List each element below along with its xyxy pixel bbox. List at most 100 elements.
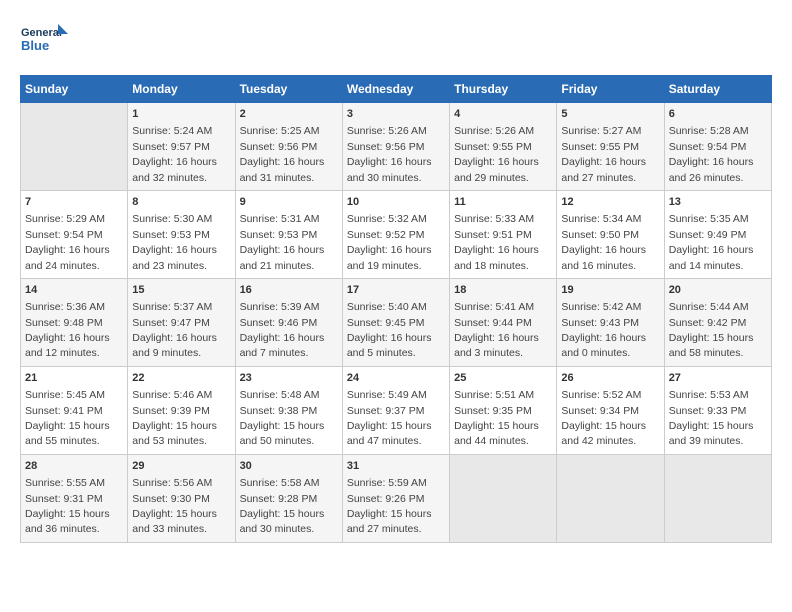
- day-number: 12: [561, 195, 659, 210]
- calendar-cell: 15 Sunrise: 5:37 AM Sunset: 9:47 PM Dayli…: [128, 278, 235, 366]
- day-info: Sunrise: 5:32 AM Sunset: 9:52 PM Dayligh…: [347, 213, 432, 271]
- calendar-cell: 20Sunrise: 5:44 AM Sunset: 9:42 PM Dayli…: [664, 278, 771, 366]
- day-number: 25: [454, 371, 552, 386]
- day-number: 3: [347, 107, 445, 122]
- calendar-cell: 21 Sunrise: 5:45 AM Sunset: 9:41 PM Dayli…: [21, 366, 128, 454]
- calendar-cell: 11 Sunrise: 5:33 AM Sunset: 9:51 PM Dayli…: [450, 190, 557, 278]
- day-info: Sunrise: 5:49 AM Sunset: 9:37 PM Dayligh…: [347, 389, 432, 447]
- calendar-cell: 24 Sunrise: 5:49 AM Sunset: 9:37 PM Dayli…: [342, 366, 449, 454]
- calendar-week-4: 21 Sunrise: 5:45 AM Sunset: 9:41 PM Dayli…: [21, 366, 772, 454]
- day-number: 2: [240, 107, 338, 122]
- calendar-cell: 19Sunrise: 5:42 AM Sunset: 9:43 PM Dayli…: [557, 278, 664, 366]
- calendar-cell: [21, 103, 128, 191]
- calendar-week-5: 28 Sunrise: 5:55 AM Sunset: 9:31 PM Dayli…: [21, 454, 772, 542]
- day-number: 4: [454, 107, 552, 122]
- day-info: Sunrise: 5:37 AM Sunset: 9:47 PM Dayligh…: [132, 301, 217, 359]
- header-friday: Friday: [557, 76, 664, 103]
- day-number: 21: [25, 371, 123, 386]
- calendar-cell: [450, 454, 557, 542]
- calendar-week-3: 14 Sunrise: 5:36 AM Sunset: 9:48 PM Dayli…: [21, 278, 772, 366]
- header: General Blue: [20, 20, 772, 65]
- day-number: 19: [561, 283, 659, 298]
- calendar-cell: 3 Sunrise: 5:26 AM Sunset: 9:56 PM Daylig…: [342, 103, 449, 191]
- calendar-cell: 18Sunrise: 5:41 AM Sunset: 9:44 PM Dayli…: [450, 278, 557, 366]
- calendar-cell: 31 Sunrise: 5:59 AM Sunset: 9:26 PM Dayli…: [342, 454, 449, 542]
- svg-text:Blue: Blue: [21, 38, 49, 53]
- calendar-cell: 6 Sunrise: 5:28 AM Sunset: 9:54 PM Daylig…: [664, 103, 771, 191]
- day-number: 10: [347, 195, 445, 210]
- day-info: Sunrise: 5:36 AM Sunset: 9:48 PM Dayligh…: [25, 301, 110, 359]
- day-info: Sunrise: 5:26 AM Sunset: 9:55 PM Dayligh…: [454, 125, 539, 183]
- day-info: Sunrise: 5:28 AM Sunset: 9:54 PM Dayligh…: [669, 125, 754, 183]
- day-number: 9: [240, 195, 338, 210]
- header-thursday: Thursday: [450, 76, 557, 103]
- day-number: 31: [347, 459, 445, 474]
- day-number: 24: [347, 371, 445, 386]
- day-number: 23: [240, 371, 338, 386]
- calendar-cell: 10 Sunrise: 5:32 AM Sunset: 9:52 PM Dayli…: [342, 190, 449, 278]
- day-info: Sunrise: 5:45 AM Sunset: 9:41 PM Dayligh…: [25, 389, 110, 447]
- logo: General Blue: [20, 20, 70, 65]
- calendar-cell: 8 Sunrise: 5:30 AM Sunset: 9:53 PM Daylig…: [128, 190, 235, 278]
- day-info: Sunrise: 5:58 AM Sunset: 9:28 PM Dayligh…: [240, 477, 325, 535]
- day-number: 7: [25, 195, 123, 210]
- day-number: 8: [132, 195, 230, 210]
- calendar-cell: 28 Sunrise: 5:55 AM Sunset: 9:31 PM Dayli…: [21, 454, 128, 542]
- day-info: Sunrise: 5:59 AM Sunset: 9:26 PM Dayligh…: [347, 477, 432, 535]
- day-number: 1: [132, 107, 230, 122]
- day-info: Sunrise: 5:40 AM Sunset: 9:45 PM Dayligh…: [347, 301, 432, 359]
- calendar-cell: 9 Sunrise: 5:31 AM Sunset: 9:53 PM Daylig…: [235, 190, 342, 278]
- calendar-cell: 30 Sunrise: 5:58 AM Sunset: 9:28 PM Dayli…: [235, 454, 342, 542]
- day-info: Sunrise: 5:51 AM Sunset: 9:35 PM Dayligh…: [454, 389, 539, 447]
- day-info: Sunrise: 5:55 AM Sunset: 9:31 PM Dayligh…: [25, 477, 110, 535]
- calendar-week-2: 7 Sunrise: 5:29 AM Sunset: 9:54 PM Daylig…: [21, 190, 772, 278]
- day-info: Sunrise: 5:53 AM Sunset: 9:33 PM Dayligh…: [669, 389, 754, 447]
- calendar-cell: 12 Sunrise: 5:34 AM Sunset: 9:50 PM Dayli…: [557, 190, 664, 278]
- calendar-cell: [664, 454, 771, 542]
- header-tuesday: Tuesday: [235, 76, 342, 103]
- day-number: 5: [561, 107, 659, 122]
- calendar-cell: [557, 454, 664, 542]
- day-info: Sunrise: 5:33 AM Sunset: 9:51 PM Dayligh…: [454, 213, 539, 271]
- day-info: Sunrise: 5:29 AM Sunset: 9:54 PM Dayligh…: [25, 213, 110, 271]
- day-number: 6: [669, 107, 767, 122]
- calendar-cell: 1 Sunrise: 5:24 AM Sunset: 9:57 PM Daylig…: [128, 103, 235, 191]
- day-info: Sunrise: 5:35 AM Sunset: 9:49 PM Dayligh…: [669, 213, 754, 271]
- day-number: 29: [132, 459, 230, 474]
- calendar-cell: 5 Sunrise: 5:27 AM Sunset: 9:55 PM Daylig…: [557, 103, 664, 191]
- day-info: Sunrise: 5:25 AM Sunset: 9:56 PM Dayligh…: [240, 125, 325, 183]
- day-info: Sunrise: 5:48 AM Sunset: 9:38 PM Dayligh…: [240, 389, 325, 447]
- calendar-cell: 14 Sunrise: 5:36 AM Sunset: 9:48 PM Dayli…: [21, 278, 128, 366]
- day-number: 26: [561, 371, 659, 386]
- header-sunday: Sunday: [21, 76, 128, 103]
- day-info: Sunrise: 5:46 AM Sunset: 9:39 PM Dayligh…: [132, 389, 217, 447]
- calendar-cell: 25 Sunrise: 5:51 AM Sunset: 9:35 PM Dayli…: [450, 366, 557, 454]
- day-number: 14: [25, 283, 123, 298]
- day-number: 15: [132, 283, 230, 298]
- day-info: Sunrise: 5:34 AM Sunset: 9:50 PM Dayligh…: [561, 213, 646, 271]
- calendar-week-1: 1 Sunrise: 5:24 AM Sunset: 9:57 PM Daylig…: [21, 103, 772, 191]
- day-info: Sunrise: 5:44 AM Sunset: 9:42 PM Dayligh…: [669, 301, 754, 359]
- day-number: 28: [25, 459, 123, 474]
- day-number: 27: [669, 371, 767, 386]
- day-info: Sunrise: 5:52 AM Sunset: 9:34 PM Dayligh…: [561, 389, 646, 447]
- calendar-cell: 4 Sunrise: 5:26 AM Sunset: 9:55 PM Daylig…: [450, 103, 557, 191]
- calendar-cell: 23 Sunrise: 5:48 AM Sunset: 9:38 PM Dayli…: [235, 366, 342, 454]
- day-info: Sunrise: 5:24 AM Sunset: 9:57 PM Dayligh…: [132, 125, 217, 183]
- day-info: Sunrise: 5:31 AM Sunset: 9:53 PM Dayligh…: [240, 213, 325, 271]
- calendar-cell: 13 Sunrise: 5:35 AM Sunset: 9:49 PM Dayli…: [664, 190, 771, 278]
- day-info: Sunrise: 5:27 AM Sunset: 9:55 PM Dayligh…: [561, 125, 646, 183]
- day-number: 13: [669, 195, 767, 210]
- calendar-cell: 26 Sunrise: 5:52 AM Sunset: 9:34 PM Dayli…: [557, 366, 664, 454]
- day-number: 11: [454, 195, 552, 210]
- logo-icon: General Blue: [20, 20, 70, 65]
- day-number: 30: [240, 459, 338, 474]
- day-info: Sunrise: 5:41 AM Sunset: 9:44 PM Dayligh…: [454, 301, 539, 359]
- day-info: Sunrise: 5:30 AM Sunset: 9:53 PM Dayligh…: [132, 213, 217, 271]
- calendar-header-row: SundayMondayTuesdayWednesdayThursdayFrid…: [21, 76, 772, 103]
- calendar-table: SundayMondayTuesdayWednesdayThursdayFrid…: [20, 75, 772, 543]
- day-info: Sunrise: 5:26 AM Sunset: 9:56 PM Dayligh…: [347, 125, 432, 183]
- calendar-cell: 7 Sunrise: 5:29 AM Sunset: 9:54 PM Daylig…: [21, 190, 128, 278]
- calendar-cell: 27 Sunrise: 5:53 AM Sunset: 9:33 PM Dayli…: [664, 366, 771, 454]
- calendar-cell: 22Sunrise: 5:46 AM Sunset: 9:39 PM Dayli…: [128, 366, 235, 454]
